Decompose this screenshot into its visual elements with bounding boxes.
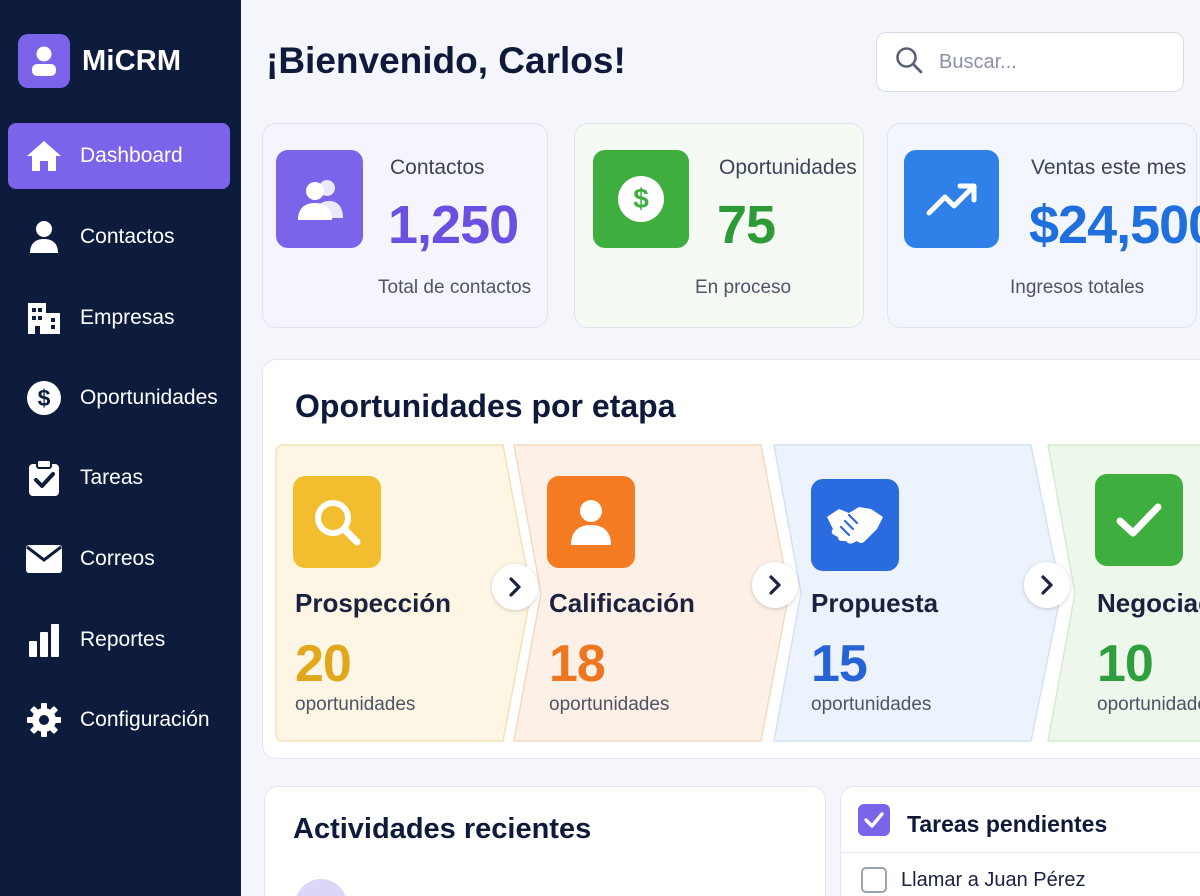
chevron-right-icon: [769, 575, 781, 595]
task-label: Llamar a Juan Pérez: [901, 868, 1086, 891]
sidebar: MiCRM Dashboard Contactos Empresas $ Opo…: [0, 0, 241, 896]
sidebar-item-configuracion[interactable]: Configuración: [8, 687, 230, 753]
stat-subtitle: En proceso: [695, 277, 792, 298]
stage-name: Propuesta: [811, 588, 939, 618]
search-icon: [895, 46, 923, 79]
dollar-icon: $: [8, 380, 80, 416]
users-icon: [276, 150, 363, 248]
task-item[interactable]: Llamar a Juan Pérez: [861, 867, 1086, 893]
next-stage-button[interactable]: [752, 562, 798, 608]
handshake-icon: [811, 479, 899, 571]
stage-name: Negociación: [1097, 588, 1200, 618]
sidebar-item-reportes[interactable]: Reportes: [8, 607, 230, 673]
stage-count: 10: [1097, 635, 1154, 693]
stage-name: Prospección: [295, 588, 452, 618]
user-icon: [8, 219, 80, 255]
search-icon: [293, 476, 381, 568]
pipeline-stage-calificacion[interactable]: Calificación 18 oportunidades: [513, 444, 791, 742]
pending-tasks-panel: Tareas pendientes Llamar a Juan Pérez: [840, 786, 1200, 896]
stage-subtitle: oportunidades: [549, 694, 670, 715]
clipboard-check-icon: [8, 459, 80, 497]
stat-subtitle: Total de contactos: [378, 277, 532, 298]
sidebar-item-label: Correos: [80, 547, 155, 570]
sidebar-item-contactos[interactable]: Contactos: [8, 204, 230, 270]
stage-name: Calificación: [549, 588, 695, 618]
svg-text:$: $: [633, 183, 649, 214]
next-stage-button[interactable]: [492, 564, 538, 610]
section-title: Tareas pendientes: [907, 811, 1108, 837]
stage-count: 20: [295, 635, 352, 693]
home-icon: [8, 139, 80, 173]
sidebar-item-label: Contactos: [80, 225, 175, 248]
task-checkbox[interactable]: [861, 867, 887, 893]
sidebar-item-tareas[interactable]: Tareas: [8, 445, 230, 511]
sidebar-item-correos[interactable]: Correos: [8, 526, 230, 592]
pipeline-stage-negociacion[interactable]: Negociación 10 oportunidades: [1047, 444, 1200, 742]
search-box[interactable]: [876, 32, 1184, 92]
sidebar-item-label: Reportes: [80, 628, 166, 651]
page-title: ¡Bienvenido, Carlos!: [266, 40, 626, 81]
section-title: Actividades recientes: [293, 813, 592, 845]
stat-subtitle: Ingresos totales: [1010, 277, 1145, 298]
stage-subtitle: oportunidades: [811, 694, 932, 715]
stat-card-ventas[interactable]: Ventas este mes $24,500 Ingresos totales: [887, 123, 1200, 328]
stat-value: 1,250: [388, 195, 519, 255]
gear-icon: [8, 702, 80, 738]
sidebar-item-oportunidades[interactable]: $ Oportunidades: [8, 365, 230, 431]
pipeline-section: Oportunidades por etapa Prospección 20 o…: [262, 359, 1200, 759]
trend-up-icon: [904, 150, 999, 248]
stat-label: Oportunidades: [719, 156, 857, 179]
next-stage-button[interactable]: [1024, 562, 1070, 608]
sidebar-item-label: Oportunidades: [80, 386, 218, 409]
stage-count: 18: [549, 635, 606, 693]
check-icon: [1095, 474, 1183, 566]
sidebar-item-empresas[interactable]: Empresas: [8, 285, 230, 351]
sidebar-item-label: Configuración: [80, 708, 210, 731]
pipeline-stage-propuesta[interactable]: Propuesta 15 oportunidades: [773, 444, 1063, 742]
chevron-right-icon: [1041, 575, 1053, 595]
bar-chart-icon: [8, 623, 80, 657]
app-name: MiCRM: [82, 44, 182, 77]
chevron-right-icon: [509, 577, 521, 597]
sidebar-item-label: Dashboard: [80, 144, 183, 167]
brand[interactable]: MiCRM: [18, 34, 181, 88]
svg-text:$: $: [38, 385, 51, 411]
stage-count: 15: [811, 635, 868, 693]
search-input[interactable]: [939, 50, 1159, 74]
dollar-circle-icon: $: [593, 150, 689, 248]
section-title: Oportunidades por etapa: [295, 388, 676, 424]
divider: [841, 852, 1200, 853]
stat-label: Contactos: [390, 156, 485, 179]
stat-value: 75: [717, 195, 776, 255]
sidebar-item-label: Tareas: [80, 466, 144, 489]
user-icon: [547, 476, 635, 568]
user-logo-icon: [18, 34, 70, 88]
checkbox-checked-icon: [858, 804, 890, 836]
recent-activities-panel: Actividades recientes: [264, 786, 826, 896]
stage-subtitle: oportunidades: [295, 694, 416, 715]
mail-icon: [8, 544, 80, 574]
building-icon: [8, 300, 80, 336]
sidebar-item-label: Empresas: [80, 306, 175, 329]
sidebar-item-dashboard[interactable]: Dashboard: [8, 123, 230, 189]
stat-card-contactos[interactable]: Contactos 1,250 Total de contactos: [262, 123, 548, 328]
stat-label: Ventas este mes: [1031, 156, 1187, 179]
stat-value: $24,500: [1029, 195, 1200, 255]
stat-card-oportunidades[interactable]: $ Oportunidades 75 En proceso: [574, 123, 864, 328]
stage-subtitle: oportunidades: [1097, 694, 1200, 715]
avatar: [295, 879, 347, 896]
